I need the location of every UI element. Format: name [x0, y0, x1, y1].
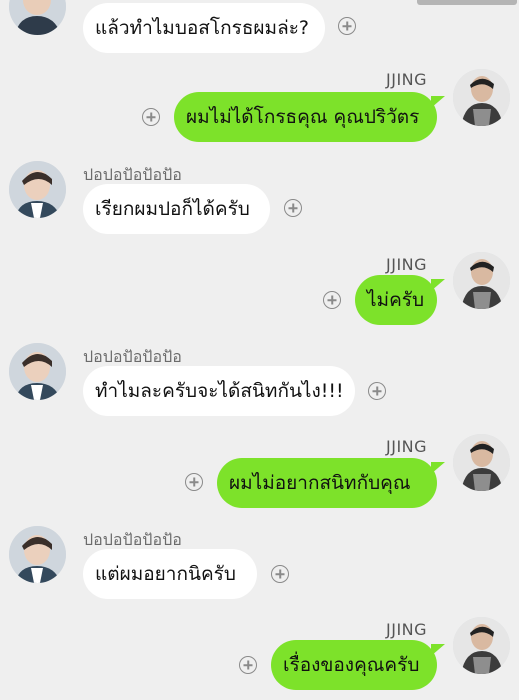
message-bubble[interactable]: แล้วทำไมบอสโกรธผมล่ะ?	[83, 3, 325, 53]
avatar[interactable]	[9, 343, 66, 400]
plus-circle-icon[interactable]	[142, 108, 160, 126]
message-bubble[interactable]: เรื่องของคุณครับ	[271, 640, 445, 690]
message-bubble[interactable]: ไม่ครับ	[355, 275, 445, 325]
message-text: แต่ผมอยากนิครับ	[95, 563, 236, 585]
message-text: เรื่องของคุณครับ	[283, 654, 420, 676]
avatar[interactable]	[453, 252, 510, 309]
message-text: แล้วทำไมบอสโกรธผมล่ะ?	[95, 17, 310, 39]
sender-name: JJING	[386, 620, 428, 639]
avatar[interactable]	[453, 69, 510, 126]
message-text: ไม่ครับ	[367, 289, 425, 311]
plus-circle-icon[interactable]	[284, 199, 302, 217]
plus-circle-icon[interactable]	[271, 565, 289, 583]
message-bubble[interactable]: เรียกผมปอก็ได้ครับ	[83, 184, 270, 234]
message-bubble[interactable]: ผมไม่ได้โกรธคุณ คุณปริวัตร	[174, 92, 445, 142]
message-bubble[interactable]: ทำไมละครับจะได้สนิทกันไง!!!	[83, 366, 355, 416]
plus-circle-icon[interactable]	[239, 656, 257, 674]
avatar[interactable]	[453, 434, 510, 491]
message-text: ทำไมละครับจะได้สนิทกันไง!!!	[95, 380, 344, 402]
sender-name: JJING	[386, 255, 428, 274]
plus-circle-icon[interactable]	[323, 291, 341, 309]
plus-circle-icon[interactable]	[368, 382, 386, 400]
avatar[interactable]	[9, 0, 66, 35]
sender-name: JJING	[386, 70, 428, 89]
message-bubble[interactable]: แต่ผมอยากนิครับ	[83, 549, 257, 599]
message-text: ผมไม่ได้โกรธคุณ คุณปริวัตร	[186, 106, 420, 128]
sender-name: JJING	[386, 437, 428, 456]
message-text: เรียกผมปอก็ได้ครับ	[95, 198, 250, 220]
message-text: ผมไม่อยากสนิทกับคุณ	[229, 472, 411, 494]
message-bubble[interactable]: ผมไม่อยากสนิทกับคุณ	[217, 458, 445, 508]
avatar[interactable]	[9, 161, 66, 218]
avatar[interactable]	[9, 526, 66, 583]
plus-circle-icon[interactable]	[338, 17, 356, 35]
avatar[interactable]	[453, 617, 510, 674]
top-status-bar	[417, 0, 517, 5]
plus-circle-icon[interactable]	[185, 473, 203, 491]
